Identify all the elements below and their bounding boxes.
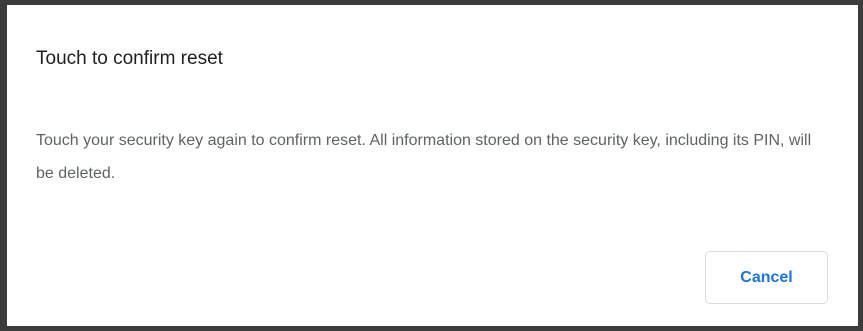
reset-confirm-dialog: Touch to confirm reset Touch your securi… <box>7 5 858 326</box>
backdrop-edge-left <box>0 0 7 331</box>
dialog-message: Touch your security key again to confirm… <box>36 132 812 182</box>
screen: Touch to confirm reset Touch your securi… <box>0 0 863 331</box>
backdrop-edge-bottom <box>0 326 863 331</box>
dialog-title: Touch to confirm reset <box>36 48 223 69</box>
backdrop-edge-right <box>858 0 863 331</box>
cancel-button[interactable]: Cancel <box>705 251 828 304</box>
